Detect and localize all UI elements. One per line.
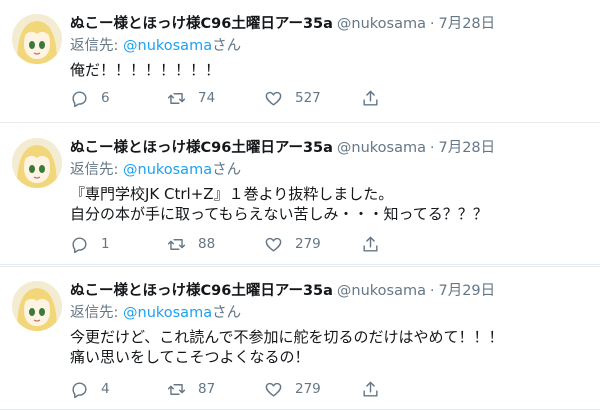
like-button[interactable]: 279 (264, 234, 361, 254)
separator-dot: · (430, 283, 435, 299)
share-icon (363, 236, 378, 252)
tweet[interactable]: ぬこー様とほっけ様C96土曜日アー35a @nukosama · 7月28日 返… (0, 0, 600, 123)
tweet-body: ぬこー様とほっけ様C96土曜日アー35a @nukosama · 7月28日 返… (70, 12, 592, 80)
share-button[interactable] (361, 88, 458, 108)
reply-context: 返信先: @nukosamaさん (70, 36, 592, 56)
tweet-date[interactable]: 7月28日 (438, 12, 495, 33)
tweet-header: ぬこー様とほっけ様C96土曜日アー35a @nukosama · 7月28日 (70, 136, 592, 156)
like-count: 527 (295, 90, 321, 106)
reply-prefix: 返信先: (70, 305, 123, 321)
retweet-icon (167, 92, 186, 104)
share-icon (363, 90, 378, 106)
tweet-text-line: 自分の本が手に取ってもらえない苦しみ・・・知ってる？？？ (70, 205, 488, 223)
tweet-date[interactable]: 7月29日 (438, 279, 495, 300)
tweet-text: 今更だけど、これ読んで不参加に舵を切るのだけはやめて！！！ 痛い思いをしてこそつ… (70, 327, 592, 367)
retweet-count: 74 (198, 90, 216, 106)
heart-icon (265, 237, 282, 252)
tweet-text: 俺だ！！！！！！！！ (70, 60, 592, 80)
tweet-text-line: 『専門学校JK Ctrl+Z』１巻より抜粋しました。 (70, 185, 394, 203)
like-button[interactable]: 527 (264, 88, 361, 108)
tweet-text-line: 今更だけど、これ読んで不参加に舵を切るのだけはやめて！！！ (70, 328, 504, 346)
reply-suffix: さん (212, 162, 242, 178)
tweet-feed: ぬこー様とほっけ様C96土曜日アー35a @nukosama · 7月28日 返… (0, 0, 600, 410)
like-button[interactable]: 279 (264, 379, 361, 399)
display-name[interactable]: ぬこー様とほっけ様C96土曜日アー35a (70, 12, 333, 33)
heart-icon (265, 91, 282, 106)
share-button[interactable] (361, 379, 458, 399)
reply-suffix: さん (212, 38, 242, 54)
share-icon (363, 381, 378, 397)
tweet-actions: 6 74 527 (70, 88, 458, 108)
user-handle[interactable]: @nukosama (337, 283, 426, 299)
avatar[interactable] (12, 281, 62, 331)
avatar[interactable] (12, 14, 62, 64)
heart-icon (265, 382, 282, 397)
display-name[interactable]: ぬこー様とほっけ様C96土曜日アー35a (70, 136, 333, 157)
reply-suffix: さん (212, 305, 242, 321)
tweet-actions: 4 87 279 (70, 379, 458, 399)
reply-prefix: 返信先: (70, 162, 123, 178)
retweet-count: 88 (198, 236, 216, 252)
reply-icon (72, 381, 87, 398)
reply-mention-link[interactable]: @nukosama (123, 305, 212, 321)
reply-mention-link[interactable]: @nukosama (123, 38, 212, 54)
avatar[interactable] (12, 138, 62, 188)
retweet-button[interactable]: 74 (167, 88, 264, 108)
avatar-image (12, 14, 62, 64)
separator-dot: · (430, 140, 435, 156)
tweet[interactable]: ぬこー様とほっけ様C96土曜日アー35a @nukosama · 7月28日 返… (0, 124, 600, 265)
tweet-actions: 1 88 279 (70, 234, 458, 254)
reply-count: 1 (101, 236, 110, 252)
avatar-image (12, 281, 62, 331)
retweet-icon (167, 383, 186, 395)
retweet-button[interactable]: 88 (167, 234, 264, 254)
like-count: 279 (295, 236, 321, 252)
reply-context: 返信先: @nukosamaさん (70, 160, 592, 180)
reply-count: 6 (101, 90, 110, 106)
user-handle[interactable]: @nukosama (337, 140, 426, 156)
tweet-header: ぬこー様とほっけ様C96土曜日アー35a @nukosama · 7月29日 (70, 279, 592, 299)
reply-context: 返信先: @nukosamaさん (70, 303, 592, 323)
reply-prefix: 返信先: (70, 38, 123, 54)
reply-button[interactable]: 6 (70, 88, 167, 108)
avatar-image (12, 138, 62, 188)
tweet-body: ぬこー様とほっけ様C96土曜日アー35a @nukosama · 7月29日 返… (70, 279, 592, 367)
tweet-text-line: 痛い思いをしてこそつよくなるの！ (70, 348, 310, 366)
reply-button[interactable]: 4 (70, 379, 167, 399)
tweet-header: ぬこー様とほっけ様C96土曜日アー35a @nukosama · 7月28日 (70, 12, 592, 32)
tweet-text-line: 俺だ！！！！！！！！ (70, 61, 221, 79)
reply-button[interactable]: 1 (70, 234, 167, 254)
retweet-count: 87 (198, 381, 216, 397)
separator-dot: · (430, 16, 435, 32)
user-handle[interactable]: @nukosama (337, 16, 426, 32)
retweet-button[interactable]: 87 (167, 379, 264, 399)
tweet[interactable]: ぬこー様とほっけ様C96土曜日アー35a @nukosama · 7月29日 返… (0, 266, 600, 410)
tweet-text: 『専門学校JK Ctrl+Z』１巻より抜粋しました。 自分の本が手に取ってもらえ… (70, 184, 592, 224)
reply-icon (72, 90, 87, 107)
tweet-date[interactable]: 7月28日 (438, 136, 495, 157)
like-count: 279 (295, 381, 321, 397)
reply-count: 4 (101, 381, 110, 397)
reply-icon (72, 236, 87, 253)
retweet-icon (167, 238, 186, 250)
reply-mention-link[interactable]: @nukosama (123, 162, 212, 178)
tweet-body: ぬこー様とほっけ様C96土曜日アー35a @nukosama · 7月28日 返… (70, 136, 592, 224)
display-name[interactable]: ぬこー様とほっけ様C96土曜日アー35a (70, 279, 333, 300)
share-button[interactable] (361, 234, 458, 254)
